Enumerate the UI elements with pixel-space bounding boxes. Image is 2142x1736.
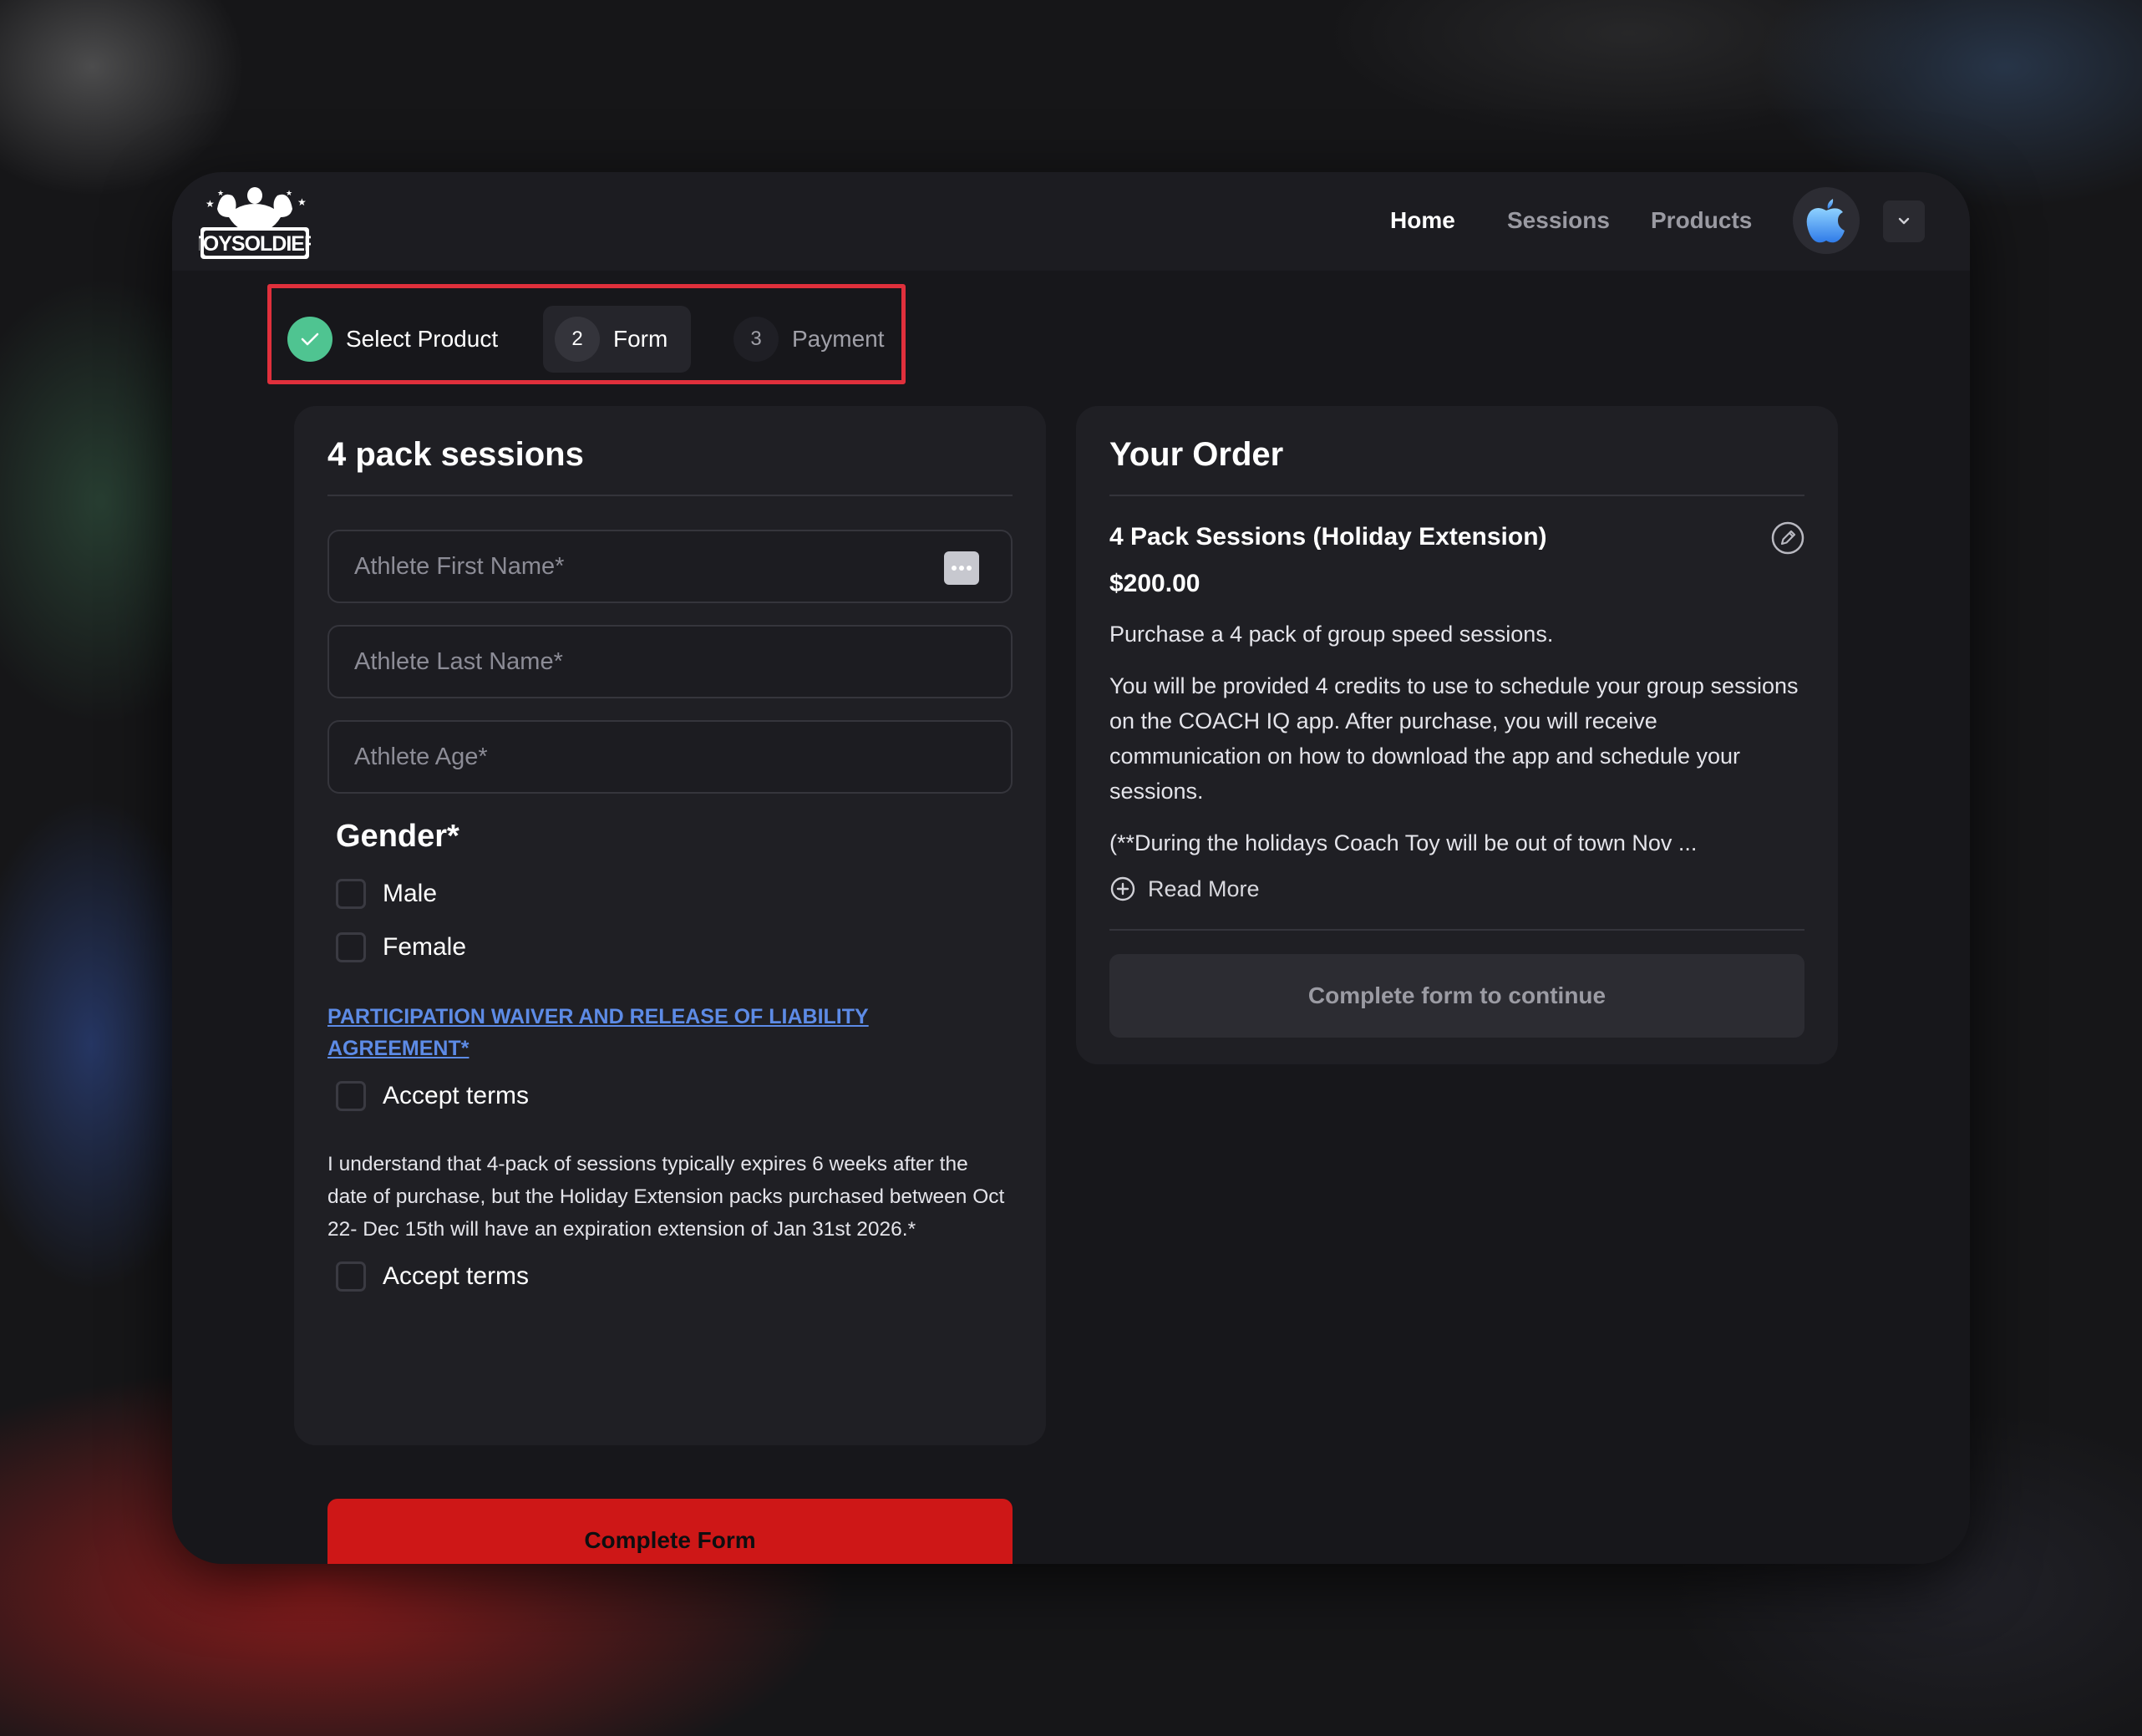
nav-sessions[interactable]: Sessions	[1507, 207, 1610, 234]
chevron-down-icon	[1898, 217, 1910, 225]
age-field[interactable]	[327, 720, 1013, 794]
divider	[1109, 495, 1804, 496]
step-number: 2	[555, 317, 600, 362]
athlete-form-card: 4 pack sessions Gender* Male	[294, 406, 1046, 1564]
apple-avatar-icon	[1806, 199, 1845, 243]
male-label: Male	[383, 880, 438, 907]
divider	[1109, 929, 1804, 931]
female-label: Female	[383, 933, 467, 961]
step-form[interactable]: 2 Form	[543, 306, 692, 373]
expiration-accept-checkbox[interactable]	[336, 1261, 366, 1292]
top-navigation-bar: ★ ★ ★ ★ TOYSOLDIER Home Sessions Product…	[172, 172, 1970, 271]
nav-products[interactable]: Products	[1651, 207, 1752, 234]
order-details: You will be provided 4 credits to use to…	[1109, 673, 1799, 804]
step-select-product[interactable]: Select Product	[287, 306, 498, 373]
logo-wordmark: TOYSOLDIER	[199, 232, 311, 256]
checkmark-icon	[301, 332, 319, 346]
divider	[327, 495, 1013, 496]
step-payment[interactable]: 3 Payment	[733, 306, 885, 373]
first-name-field[interactable]	[327, 530, 1013, 603]
user-avatar[interactable]	[1793, 187, 1860, 254]
order-note: (**During the holidays Coach Toy will be…	[1109, 830, 1698, 855]
step-check-circle	[287, 317, 332, 362]
order-product-name: 4 Pack Sessions (Holiday Extension)	[1109, 523, 1547, 551]
form-title: 4 pack sessions	[327, 436, 584, 473]
nav-home[interactable]: Home	[1390, 207, 1455, 234]
svg-text:★: ★	[297, 196, 307, 208]
plus-circle-icon	[1110, 876, 1135, 901]
account-menu-button[interactable]	[1883, 201, 1925, 242]
flexing-strongman-logo-icon: ★ ★ ★ ★ TOYSOLDIER	[191, 187, 320, 259]
waiver-accept-label: Accept terms	[383, 1082, 530, 1109]
read-more-button[interactable]: Read More	[1109, 876, 1260, 902]
gender-label: Gender*	[336, 819, 459, 854]
complete-form-button[interactable]: Complete Form	[327, 1499, 1013, 1564]
svg-text:★: ★	[206, 198, 215, 210]
dots-icon	[952, 566, 972, 571]
expiration-terms-text: I understand that 4-pack of sessions typ…	[327, 1153, 1005, 1241]
waiver-link[interactable]: PARTICIPATION WAIVER AND RELEASE OF LIAB…	[327, 1001, 962, 1064]
order-summary: Purchase a 4 pack of group speed session…	[1109, 622, 1554, 647]
gender-option-female[interactable]: Female	[336, 932, 466, 962]
order-summary-card: Your Order 4 Pack Sessions (Holiday Exte…	[1076, 406, 1838, 1064]
step-label: Select Product	[346, 326, 499, 352]
expiration-accept-label: Accept terms	[383, 1262, 530, 1290]
first-name-input[interactable]	[329, 531, 1011, 602]
female-checkbox[interactable]	[336, 932, 366, 962]
waiver-accept-checkbox[interactable]	[336, 1081, 366, 1111]
read-more-label: Read More	[1148, 876, 1260, 901]
gender-option-male[interactable]: Male	[336, 879, 437, 909]
autofill-more-icon[interactable]	[944, 551, 979, 585]
step-label: Payment	[792, 326, 885, 352]
edit-icon[interactable]	[1769, 520, 1806, 556]
waiver-accept-terms[interactable]: Accept terms	[336, 1081, 529, 1111]
last-name-field[interactable]	[327, 625, 1013, 698]
last-name-input[interactable]	[329, 627, 1011, 697]
order-price: $200.00	[1109, 570, 1200, 597]
continue-button[interactable]: Complete form to continue	[1109, 954, 1804, 1038]
step-number: 3	[733, 317, 779, 362]
toysoldier-logo[interactable]: ★ ★ ★ ★ TOYSOLDIER	[191, 184, 320, 261]
order-title: Your Order	[1109, 436, 1284, 473]
app-window: ★ ★ ★ ★ TOYSOLDIER Home Sessions Product…	[172, 172, 1970, 1564]
age-input[interactable]	[329, 722, 1011, 792]
male-checkbox[interactable]	[336, 879, 366, 909]
step-label: Form	[613, 326, 668, 352]
expiration-accept-terms[interactable]: Accept terms	[336, 1261, 529, 1292]
